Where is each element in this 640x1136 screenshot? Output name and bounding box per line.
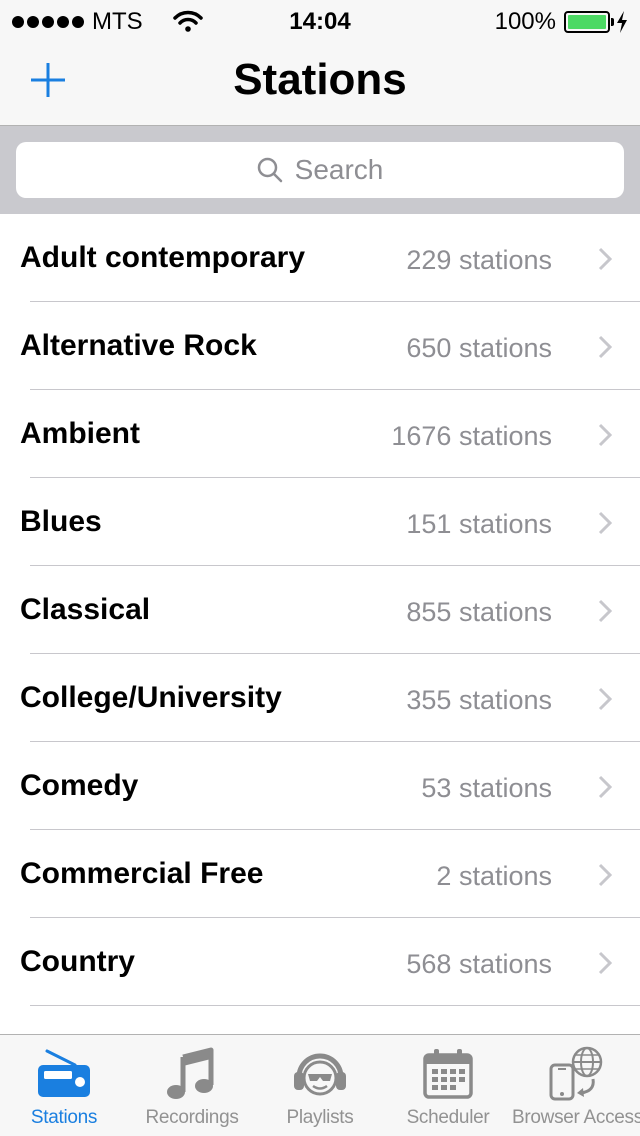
chevron-right-icon bbox=[598, 687, 612, 711]
tab-stations[interactable]: Stations bbox=[0, 1035, 128, 1136]
tab-playlists[interactable]: Playlists bbox=[256, 1035, 384, 1136]
tab-scheduler[interactable]: Scheduler bbox=[384, 1035, 512, 1136]
chevron-right-icon bbox=[598, 335, 612, 359]
chevron-right-icon bbox=[598, 423, 612, 447]
station-count: 229 stations bbox=[406, 245, 552, 275]
chevron-right-icon bbox=[598, 599, 612, 623]
status-right: 100% bbox=[495, 8, 628, 36]
genre-name: Blues bbox=[20, 505, 102, 538]
charging-bolt-icon bbox=[617, 11, 627, 33]
tab-label: Playlists bbox=[286, 1107, 354, 1128]
page-title: Stations bbox=[233, 55, 407, 104]
music-note-icon bbox=[167, 1047, 214, 1099]
chevron-right-icon bbox=[598, 863, 612, 887]
tab-browser-access[interactable]: Browser Access bbox=[512, 1035, 640, 1136]
station-count: 1676 stations bbox=[391, 421, 552, 451]
tab-bar: Stations Recordings Playlists Scheduler … bbox=[0, 1034, 640, 1136]
genre-row-comedy[interactable]: Comedy 53 stations bbox=[0, 742, 640, 830]
chevron-right-icon bbox=[598, 247, 612, 271]
genre-row-country[interactable]: Country 568 stations bbox=[0, 918, 640, 1006]
tab-label: Recordings bbox=[145, 1107, 239, 1128]
station-count: 53 stations bbox=[421, 773, 552, 803]
status-bar: MTS 14:04 100% bbox=[0, 0, 640, 40]
search-input[interactable]: Search bbox=[16, 142, 624, 198]
genre-name: Adult contemporary bbox=[20, 241, 306, 274]
genre-row-blues[interactable]: Blues 151 stations bbox=[0, 478, 640, 566]
genre-row-ambient[interactable]: Ambient 1676 stations bbox=[0, 390, 640, 478]
genre-name: Ambient bbox=[20, 417, 140, 450]
genre-row-commercial-free[interactable]: Commercial Free 2 stations bbox=[0, 830, 640, 918]
tab-label: Browser Access bbox=[512, 1107, 640, 1128]
genre-row-classical[interactable]: Classical 855 stations bbox=[0, 566, 640, 654]
genre-name: Alternative Rock bbox=[20, 329, 257, 362]
navigation-bar: Stations bbox=[0, 40, 640, 126]
genre-name: Comedy bbox=[20, 769, 139, 802]
search-bar: Search bbox=[0, 126, 640, 214]
tab-label: Stations bbox=[30, 1107, 98, 1128]
search-placeholder: Search bbox=[294, 154, 384, 185]
genre-name: Commercial Free bbox=[20, 857, 264, 890]
genre-name: Country bbox=[20, 945, 135, 978]
battery-icon bbox=[564, 11, 614, 33]
genre-name: Classical bbox=[20, 593, 151, 626]
station-count: 2 stations bbox=[436, 861, 552, 891]
search-icon bbox=[257, 157, 282, 183]
station-count: 650 stations bbox=[406, 333, 552, 363]
calendar-icon bbox=[423, 1049, 473, 1099]
chevron-right-icon bbox=[598, 511, 612, 535]
station-count: 855 stations bbox=[406, 597, 552, 627]
genre-row-alternative-rock[interactable]: Alternative Rock 650 stations bbox=[0, 302, 640, 390]
radio-icon bbox=[38, 1049, 90, 1097]
phone-globe-icon bbox=[549, 1046, 603, 1101]
station-count: 151 stations bbox=[406, 509, 552, 539]
station-count: 355 stations bbox=[406, 685, 552, 715]
genre-row-adult-contemporary[interactable]: Adult contemporary 229 stations bbox=[0, 214, 640, 302]
tab-recordings[interactable]: Recordings bbox=[128, 1035, 256, 1136]
chevron-right-icon bbox=[598, 775, 612, 799]
headphones-face-icon bbox=[294, 1053, 346, 1096]
genre-name: College/University bbox=[20, 681, 282, 714]
battery-percent: 100% bbox=[494, 8, 556, 35]
genre-row-college-university[interactable]: College/University 355 stations bbox=[0, 654, 640, 742]
chevron-right-icon bbox=[598, 951, 612, 975]
genre-list[interactable]: Adult contemporary 229 stations Alternat… bbox=[0, 214, 640, 1034]
station-count: 568 stations bbox=[406, 949, 552, 979]
tab-label: Scheduler bbox=[406, 1107, 490, 1128]
